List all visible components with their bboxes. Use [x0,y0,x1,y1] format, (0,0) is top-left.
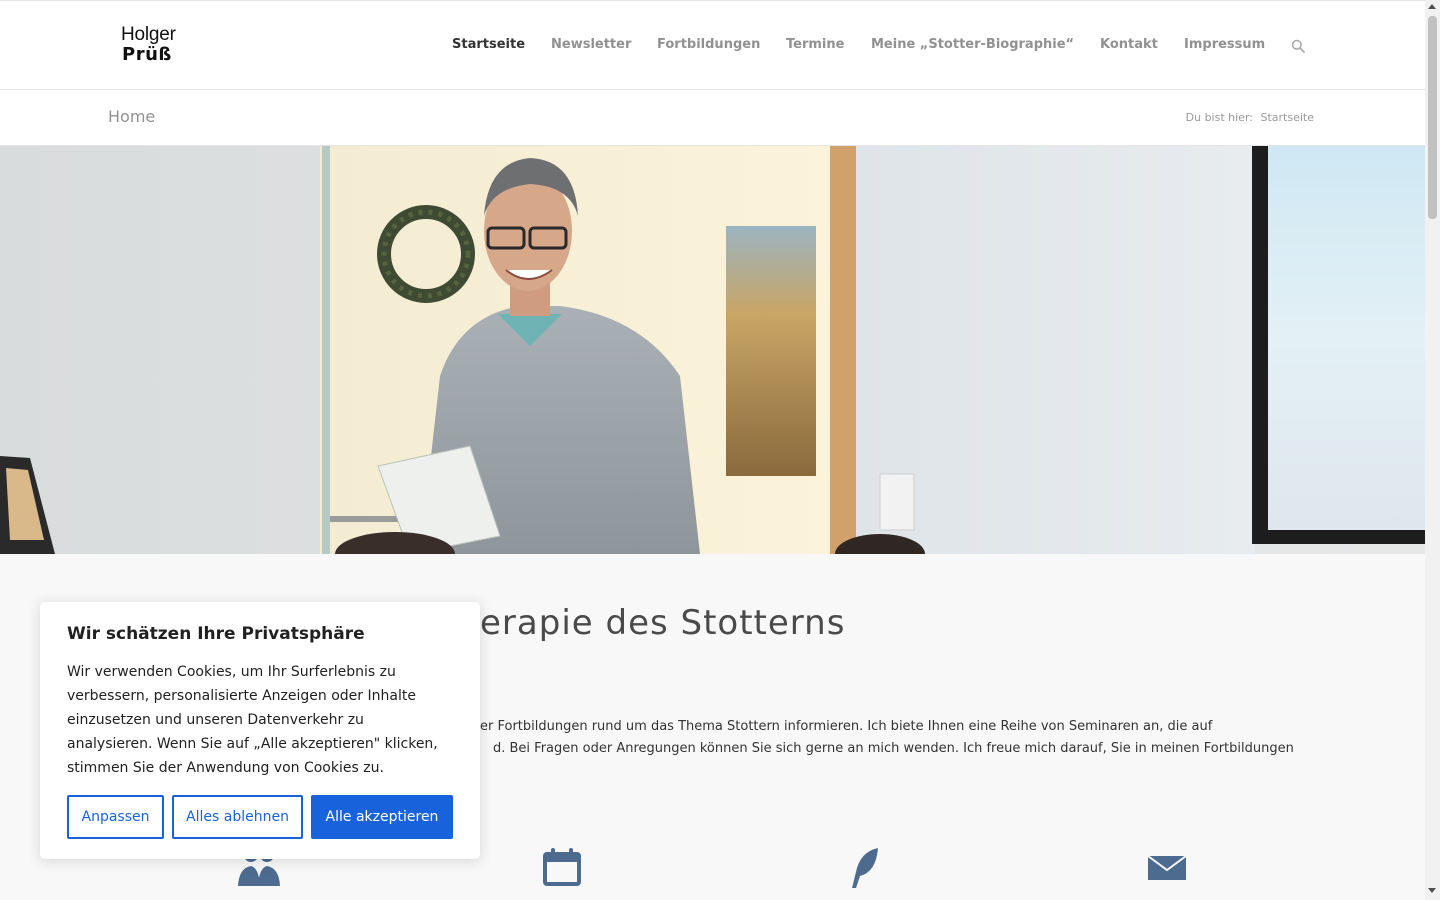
feather-icon[interactable] [842,846,888,892]
breadcrumb: Du bist hier: Startseite [1186,111,1314,124]
cookie-title: Wir schätzen Ihre Privatsphäre [67,624,365,644]
nav-item-startseite[interactable]: Startseite [452,37,525,52]
page-title[interactable]: Home [108,107,155,126]
content-heading: erapie des Stotterns [480,603,846,643]
nav-item-kontakt[interactable]: Kontakt [1100,37,1158,52]
breadcrumb-prefix: Du bist hier: [1185,111,1253,124]
scroll-up-icon[interactable] [1428,4,1436,9]
accept-all-button[interactable]: Alle akzeptieren [311,795,453,839]
cookie-consent-dialog: Wir schätzen Ihre Privatsphäre Wir verwe… [40,602,480,859]
cookie-text: Wir verwenden Cookies, um Ihr Surferlebn… [67,660,462,780]
envelope-icon[interactable] [1144,846,1190,892]
nav-item-newsletter[interactable]: Newsletter [551,37,631,52]
scroll-down-icon[interactable] [1428,888,1436,893]
site-logo[interactable]: Holger Prüß [121,25,191,65]
hero-photo [0,146,1425,554]
cookie-text-line: einzusetzen und unseren Datenverkehr zu [67,712,364,728]
logo-line2: Prüß [122,44,172,65]
site-header: Holger Prüß Startseite Newsletter Fortbi… [0,0,1425,90]
nav-item-impressum[interactable]: Impressum [1184,37,1265,52]
cookie-text-line: verbessern, personalisierte Anzeigen ode… [67,688,416,704]
cookie-text-line: analysieren. Wenn Sie auf „Alle akzeptie… [67,736,438,752]
hero-image [0,146,1425,554]
cookie-text-line: stimmen Sie der Anwendung von Cookies zu… [67,760,384,776]
intro-line-1: er Fortbildungen rund um das Thema Stott… [480,719,1213,734]
search-icon[interactable] [1291,39,1305,53]
page-scrollbar[interactable] [1425,0,1440,900]
nav-item-stotter-biographie[interactable]: Meine „Stotter-Biographie“ [871,37,1074,52]
customize-button[interactable]: Anpassen [67,795,164,839]
reject-all-button[interactable]: Alles ablehnen [172,795,303,839]
calendar-icon[interactable] [539,846,585,892]
nav-item-fortbildungen[interactable]: Fortbildungen [657,37,760,52]
logo-line1: Holger [121,24,176,45]
cookie-text-line: Wir verwenden Cookies, um Ihr Surferlebn… [67,664,396,680]
intro-line-2: d. Bei Fragen oder Anregungen können Sie… [493,741,1294,756]
breadcrumb-current[interactable]: Startseite [1260,111,1314,124]
scroll-thumb[interactable] [1428,16,1437,219]
nav-item-termine[interactable]: Termine [786,37,844,52]
